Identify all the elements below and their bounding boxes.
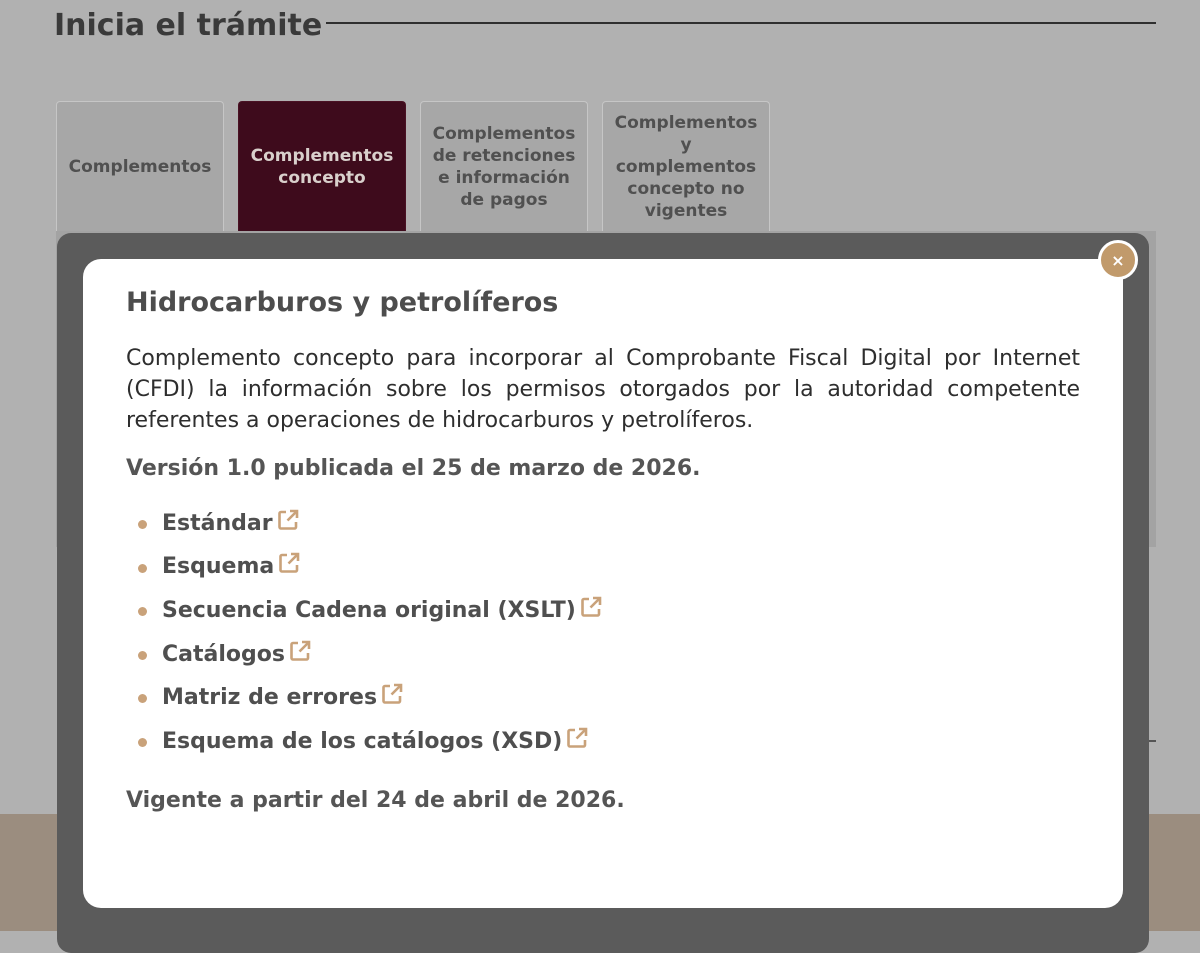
link-esquema[interactable]: Esquema	[162, 552, 301, 582]
version-info: Versión 1.0 publicada el 25 de marzo de …	[126, 456, 701, 481]
heading-divider	[326, 22, 1156, 24]
link-label: Catálogos	[162, 641, 285, 667]
list-item: Catálogos	[138, 633, 1080, 677]
validity-info: Vigente a partir del 24 de abril de 2026…	[126, 787, 625, 813]
external-link-icon	[277, 509, 298, 530]
external-link-icon	[290, 640, 311, 661]
modal-description: Complemento concepto para incorporar al …	[126, 346, 1080, 433]
link-label: Esquema de los catálogos (XSD)	[162, 728, 563, 754]
bullet-icon	[138, 737, 147, 747]
link-label: Estándar	[162, 510, 273, 536]
link-secuencia-cadena-original[interactable]: Secuencia Cadena original (XSLT)	[162, 596, 603, 626]
list-item: Secuencia Cadena original (XSLT)	[138, 589, 1080, 633]
bullet-icon	[138, 563, 147, 573]
link-catalogos[interactable]: Catálogos	[162, 640, 312, 670]
bullet-icon	[138, 650, 147, 660]
section-heading: Inicia el trámite	[54, 4, 1156, 48]
list-item: Esquema	[138, 546, 1080, 590]
bullet-icon	[138, 694, 147, 704]
link-estandar[interactable]: Estándar	[162, 509, 300, 539]
external-link-icon	[279, 553, 300, 574]
external-link-icon	[580, 596, 602, 617]
tab-complementos[interactable]: Complementos	[56, 101, 224, 231]
link-esquema-catalogos-xsd[interactable]: Esquema de los catálogos (XSD)	[162, 727, 589, 757]
link-label: Secuencia Cadena original (XSLT)	[162, 597, 576, 623]
link-label: Matriz de errores	[162, 685, 378, 711]
page-title: Inicia el trámite	[54, 8, 323, 43]
close-button[interactable]: ×	[1098, 240, 1138, 280]
tab-label: Complementos	[68, 156, 212, 177]
modal-dialog: Hidrocarburos y petrolíferos Complemento…	[83, 259, 1123, 908]
external-link-icon	[382, 683, 403, 704]
external-link-icon	[567, 727, 588, 748]
list-item: Matriz de errores	[138, 676, 1080, 720]
close-icon: ×	[1111, 250, 1125, 270]
tab-complementos-retenciones[interactable]: Complementos de retenciones e informació…	[420, 101, 588, 231]
tab-label: Complementos y complementos concepto no …	[614, 112, 758, 221]
tab-label: Complementos de retenciones e informació…	[432, 123, 576, 210]
modal-title: Hidrocarburos y petrolíferos	[126, 287, 559, 318]
tab-label: Complementos concepto	[250, 145, 394, 188]
tab-complementos-concepto[interactable]: Complementos concepto	[238, 101, 406, 231]
tab-complementos-no-vigentes[interactable]: Complementos y complementos concepto no …	[602, 101, 770, 231]
link-matriz-de-errores[interactable]: Matriz de errores	[162, 683, 404, 713]
document-link-list: Estándar Esquema Secuencia Cadena origin…	[126, 502, 1080, 764]
list-item: Estándar	[138, 502, 1080, 546]
list-item: Esquema de los catálogos (XSD)	[138, 720, 1080, 764]
bullet-icon	[138, 520, 147, 529]
link-label: Esquema	[162, 554, 275, 580]
bullet-icon	[138, 607, 147, 617]
